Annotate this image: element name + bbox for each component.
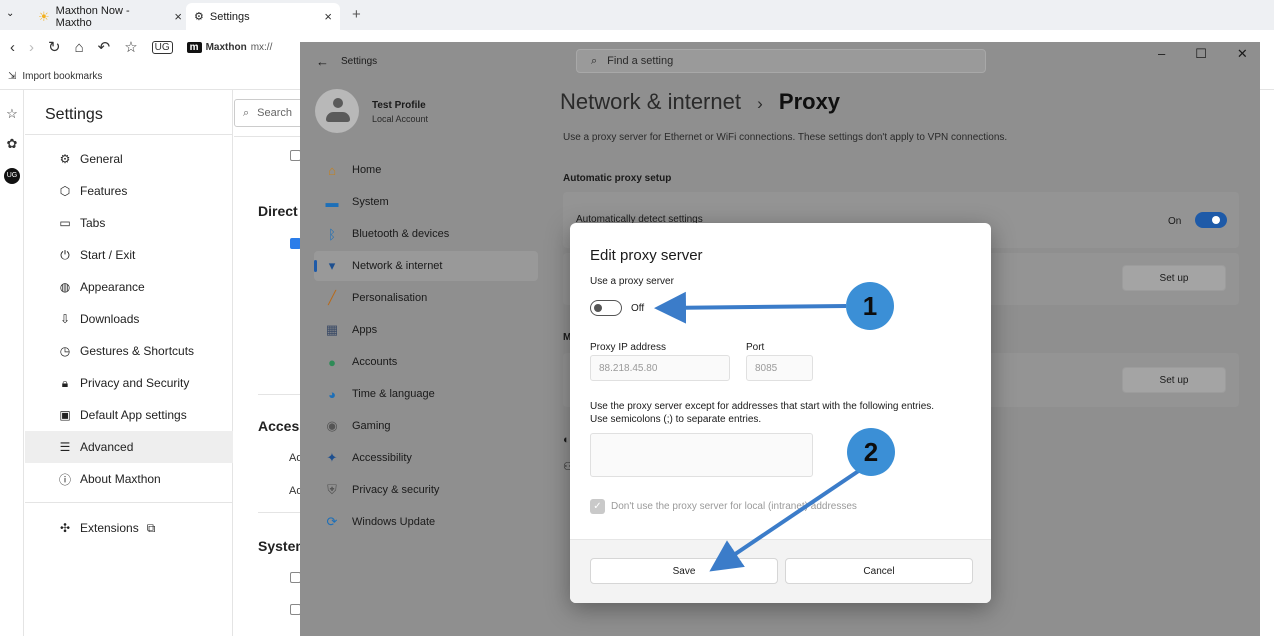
arrow-1 (654, 291, 847, 324)
annotation-badge-2: 2 (847, 428, 895, 476)
arrow-2 (709, 468, 862, 572)
annotation-arrows (654, 291, 862, 572)
annotation-badge-1: 1 (846, 282, 894, 330)
